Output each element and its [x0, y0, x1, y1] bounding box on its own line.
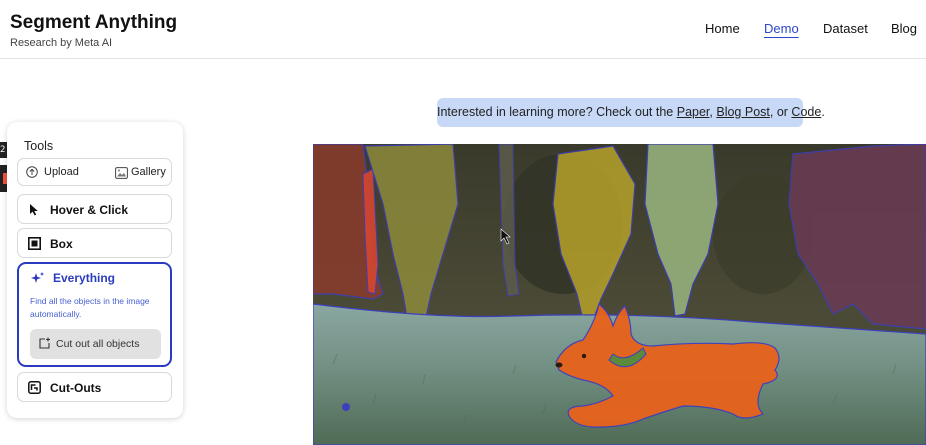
gallery-icon[interactable] — [115, 166, 128, 179]
cut-outs-tool[interactable]: Cut-Outs — [17, 372, 172, 402]
blog-post-link[interactable]: Blog Post — [716, 105, 770, 119]
segmented-photo[interactable] — [313, 144, 926, 445]
site-subtitle: Research by Meta AI — [10, 37, 113, 49]
gallery-button[interactable]: Gallery — [131, 166, 166, 178]
site-header: Segment Anything Research by Meta AI Hom… — [0, 0, 926, 59]
cut-out-all-objects-button[interactable]: Cut out all objects — [30, 329, 161, 359]
tools-title: Tools — [24, 139, 54, 153]
paper-link[interactable]: Paper — [677, 105, 710, 119]
banner-suffix: . — [821, 105, 825, 119]
cut-out-all-objects-label: Cut out all objects — [56, 338, 140, 350]
segmentation-canvas[interactable] — [313, 144, 926, 445]
info-banner: Interested in learning more? Check out t… — [437, 98, 825, 127]
sparkle-icon — [30, 271, 45, 286]
nav-home[interactable]: Home — [705, 21, 740, 36]
pointer-icon — [28, 203, 41, 216]
banner-sep: , or — [769, 105, 792, 119]
hover-click-tool[interactable]: Hover & Click — [17, 194, 172, 224]
nav-demo[interactable]: Demo — [764, 21, 799, 36]
code-link[interactable]: Code — [791, 105, 821, 119]
everything-label: Everything — [53, 271, 116, 285]
box-icon — [28, 237, 41, 250]
tools-panel: Tools Upload Gallery Hover & Click Box E… — [7, 122, 183, 418]
upload-icon[interactable] — [26, 165, 38, 178]
site-title[interactable]: Segment Anything — [10, 12, 177, 34]
upload-gallery-row: Upload Gallery — [17, 158, 172, 186]
box-tool[interactable]: Box — [17, 228, 172, 258]
box-label: Box — [50, 237, 73, 251]
banner-text: Interested in learning more? Check out t… — [437, 105, 677, 119]
everything-description: Find all the objects in the image automa… — [30, 296, 150, 319]
everything-tool[interactable]: Everything Find all the objects in the i… — [17, 262, 172, 367]
nav-dataset[interactable]: Dataset — [823, 21, 868, 36]
cutouts-icon — [28, 381, 41, 394]
hover-click-label: Hover & Click — [50, 203, 129, 217]
add-cutout-icon — [38, 337, 51, 350]
nav-blog[interactable]: Blog — [891, 21, 917, 36]
upload-button[interactable]: Upload — [44, 166, 79, 178]
cut-outs-label: Cut-Outs — [50, 381, 102, 395]
